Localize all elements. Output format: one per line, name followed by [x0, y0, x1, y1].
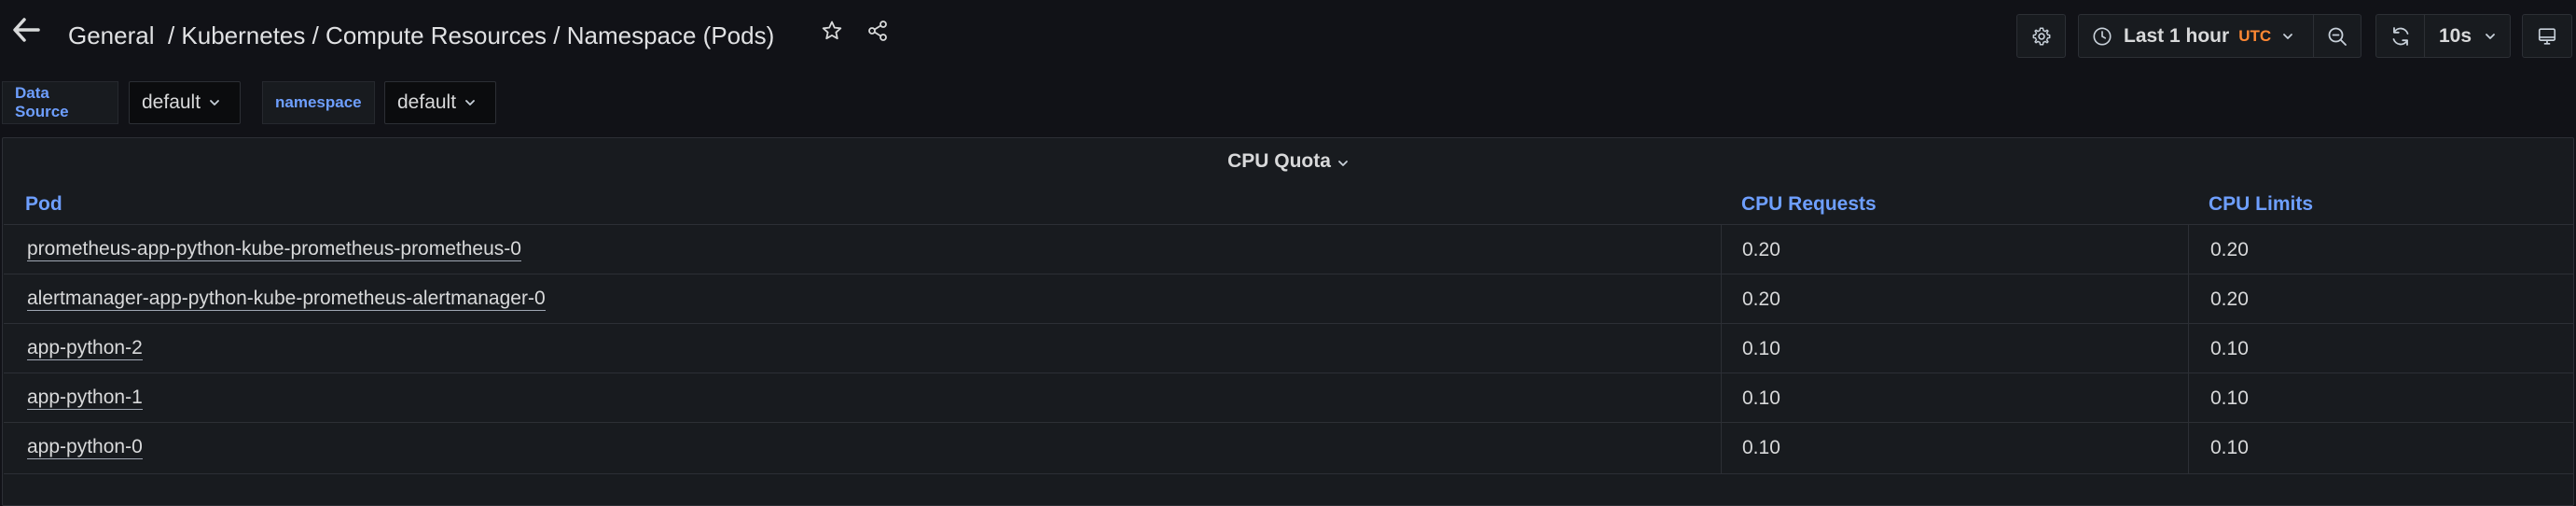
favorite-button[interactable] — [818, 17, 846, 45]
pod-link[interactable]: app-python-1 — [27, 373, 143, 423]
table-row: alertmanager-app-python-kube-prometheus-… — [4, 274, 2573, 323]
datasource-select[interactable]: default — [129, 81, 241, 124]
table-row: app-python-0 0.10 0.10 — [4, 422, 2573, 473]
zoom-out-button[interactable] — [2313, 14, 2361, 58]
refresh-interval-label: 10s — [2439, 24, 2472, 47]
namespace-value: default — [397, 91, 457, 113]
refresh-interval-picker[interactable]: 10s — [2424, 14, 2511, 58]
breadcrumb[interactable]: General / Kubernetes / Compute Resources… — [68, 19, 774, 52]
cpu-requests-value: 0.10 — [1742, 387, 1780, 409]
column-header-pod[interactable]: Pod — [25, 185, 62, 224]
namespace-select[interactable]: default — [384, 81, 496, 124]
timezone-badge: UTC — [2238, 26, 2272, 45]
cpu-limits-value: 0.20 — [2210, 288, 2249, 310]
pod-link[interactable]: prometheus-app-python-kube-prometheus-pr… — [27, 225, 521, 274]
cpu-requests-value: 0.20 — [1742, 288, 1780, 310]
time-range-picker[interactable]: Last 1 hour UTC — [2078, 14, 2314, 58]
pod-link[interactable]: app-python-0 — [27, 423, 143, 472]
cpu-requests-value: 0.20 — [1742, 238, 1780, 260]
monitor-icon — [2538, 27, 2556, 45]
pod-link[interactable]: alertmanager-app-python-kube-prometheus-… — [27, 274, 546, 324]
dashboard-settings-button[interactable] — [2016, 14, 2066, 58]
chevron-down-icon — [1338, 160, 1348, 166]
panel-title: CPU Quota — [1227, 150, 1331, 172]
star-icon — [822, 21, 842, 40]
chevron-down-icon — [2283, 33, 2293, 39]
panel-header[interactable]: CPU Quota — [3, 138, 2573, 185]
chevron-down-icon — [465, 100, 475, 105]
column-header-cpu-requests[interactable]: CPU Requests — [1741, 185, 1877, 224]
table-row: app-python-2 0.10 0.10 — [4, 323, 2573, 372]
table-row: app-python-1 0.10 0.10 — [4, 372, 2573, 422]
cpu-limits-value: 0.10 — [2210, 337, 2249, 359]
chevron-down-icon — [210, 100, 219, 105]
clock-icon — [2093, 26, 2112, 46]
table-row: prometheus-app-python-kube-prometheus-pr… — [4, 224, 2573, 274]
chevron-down-icon — [2486, 33, 2495, 39]
datasource-value: default — [142, 91, 201, 113]
refresh-button[interactable] — [2375, 14, 2425, 58]
back-button[interactable] — [11, 15, 41, 45]
zoom-out-icon — [2328, 27, 2347, 46]
pod-link[interactable]: app-python-2 — [27, 324, 143, 373]
cpu-limits-value: 0.20 — [2210, 238, 2249, 260]
time-range-label: Last 1 hour — [2124, 24, 2230, 47]
cpu-limits-value: 0.10 — [2210, 387, 2249, 409]
column-header-cpu-limits[interactable]: CPU Limits — [2209, 185, 2313, 224]
share-button[interactable] — [864, 17, 892, 45]
share-icon — [868, 21, 887, 41]
view-mode-button[interactable] — [2522, 14, 2572, 58]
variable-label-datasource: Data Source — [2, 81, 118, 124]
table-bottom-border — [4, 473, 2573, 474]
variable-label-namespace: namespace — [262, 81, 375, 124]
cpu-requests-value: 0.10 — [1742, 436, 1780, 458]
top-navbar: General / Kubernetes / Compute Resources… — [0, 0, 2576, 71]
refresh-icon — [2392, 26, 2408, 46]
arrow-left-icon — [13, 18, 40, 42]
cpu-requests-value: 0.10 — [1742, 337, 1780, 359]
cpu-quota-panel: CPU Quota Pod CPU Requests CPU Limits pr… — [2, 137, 2574, 506]
gear-icon — [2032, 27, 2050, 45]
cpu-limits-value: 0.10 — [2210, 436, 2249, 458]
